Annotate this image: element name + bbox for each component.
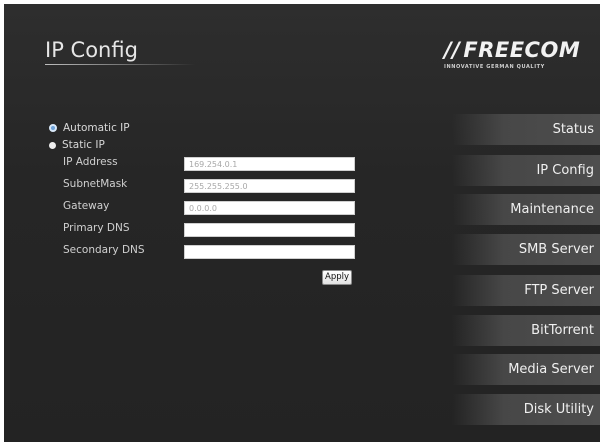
logo-wordmark: //FREECOM [444, 38, 584, 62]
secondary-dns-label: Secondary DNS [63, 244, 145, 256]
nav-ftp-server[interactable]: FTP Server [452, 275, 600, 306]
automatic-ip-label: Automatic IP [63, 122, 130, 134]
nav-bittorrent[interactable]: BitTorrent [452, 315, 600, 346]
freecom-logo: //FREECOM INNOVATIVE GERMAN QUALITY [444, 38, 584, 78]
nav-smb-server[interactable]: SMB Server [452, 234, 600, 265]
nav-maintenance[interactable]: Maintenance [452, 194, 600, 225]
nav-media-server-label: Media Server [508, 362, 594, 377]
apply-button[interactable]: Apply [322, 270, 352, 285]
nav-status[interactable]: Status [452, 114, 600, 145]
logo-tagline: INNOVATIVE GERMAN QUALITY [444, 64, 545, 70]
nav-ip-config-label: IP Config [536, 163, 594, 178]
automatic-ip-option[interactable]: Automatic IP [49, 122, 130, 134]
gateway-input[interactable] [184, 201, 355, 215]
primary-dns-label: Primary DNS [63, 222, 130, 234]
page-title: IP Config [45, 38, 138, 62]
admin-panel: IP Config //FREECOM INNOVATIVE GERMAN QU… [4, 4, 600, 442]
nav-disk-utility[interactable]: Disk Utility [452, 394, 600, 425]
nav-ip-config[interactable]: IP Config [452, 155, 600, 186]
nav-media-server[interactable]: Media Server [452, 354, 600, 385]
logo-wordmark-text: FREECOM [463, 38, 581, 62]
ip-address-label: IP Address [63, 156, 118, 168]
title-underline [45, 64, 195, 65]
automatic-ip-radio[interactable] [49, 124, 57, 132]
static-ip-radio[interactable] [49, 141, 56, 149]
ip-address-input[interactable] [184, 157, 355, 171]
secondary-dns-input[interactable] [184, 245, 355, 259]
static-ip-option[interactable]: Static IP [49, 139, 105, 151]
nav-smb-server-label: SMB Server [518, 242, 594, 257]
nav-maintenance-label: Maintenance [510, 202, 594, 217]
subnet-mask-input[interactable] [184, 179, 355, 193]
logo-slashes-icon: // [444, 38, 461, 62]
gateway-label: Gateway [63, 200, 110, 212]
nav-bittorrent-label: BitTorrent [531, 323, 594, 338]
subnet-mask-label: SubnetMask [63, 178, 128, 190]
nav-status-label: Status [552, 122, 594, 137]
nav-ftp-server-label: FTP Server [524, 283, 594, 298]
primary-dns-input[interactable] [184, 223, 355, 237]
static-ip-label: Static IP [62, 139, 105, 151]
nav-disk-utility-label: Disk Utility [523, 402, 594, 417]
